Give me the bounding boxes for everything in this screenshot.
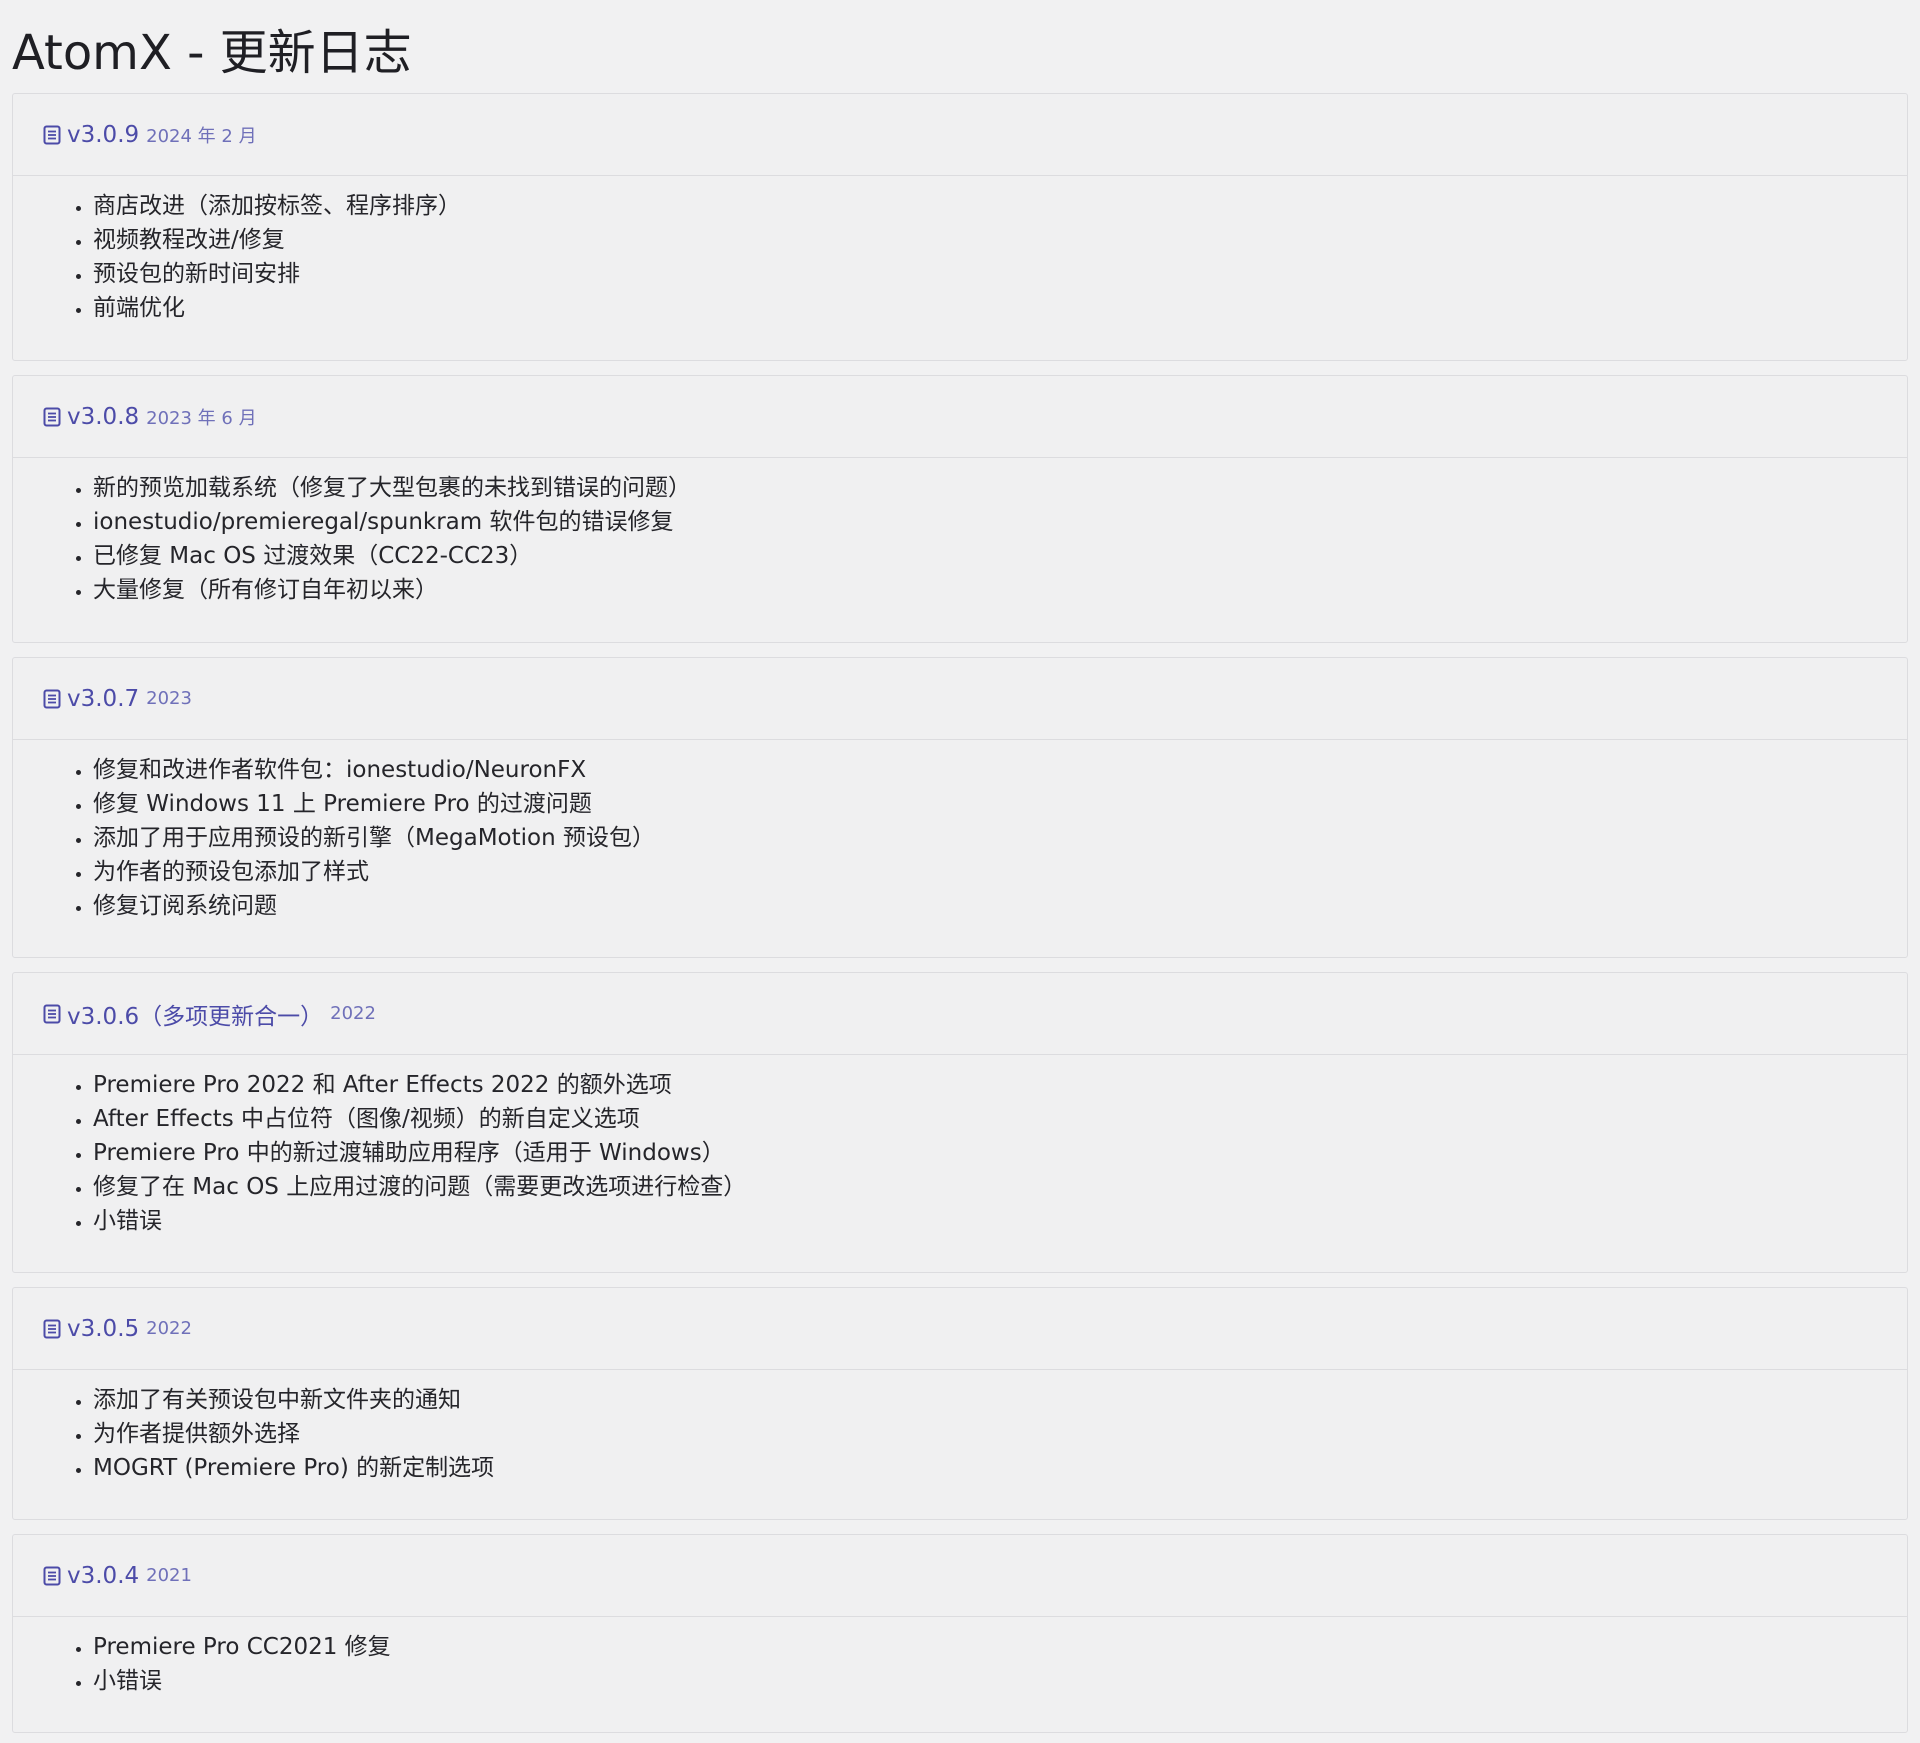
changelog-entry: v3.0.7 2023 修复和改进作者软件包：ionestudio/Neuron…	[12, 657, 1908, 958]
changelog-entry: v3.0.9 2024 年 2 月 商店改进（添加按标签、程序排序） 视频教程改…	[12, 93, 1908, 361]
version-label: v3.0.4	[67, 1562, 140, 1589]
change-list: 新的预览加载系统（修复了大型包裹的未找到错误的问题） ionestudio/pr…	[69, 471, 1907, 607]
change-item: 为作者提供额外选择	[93, 1417, 1907, 1451]
change-item: 修复订阅系统问题	[93, 889, 1907, 923]
change-item: 小错误	[93, 1204, 1907, 1238]
entry-header[interactable]: v3.0.7 2023	[13, 658, 1907, 740]
change-item: 添加了有关预设包中新文件夹的通知	[93, 1383, 1907, 1417]
document-icon	[43, 1004, 61, 1024]
changelog-entry: v3.0.5 2022 添加了有关预设包中新文件夹的通知 为作者提供额外选择 M…	[12, 1287, 1908, 1520]
version-label: v3.0.6（多项更新合一）	[67, 1003, 324, 1030]
change-item: 商店改进（添加按标签、程序排序）	[93, 189, 1907, 223]
release-date: 2022	[146, 1318, 192, 1339]
entry-body: 新的预览加载系统（修复了大型包裹的未找到错误的问题） ionestudio/pr…	[13, 458, 1907, 607]
change-item: Premiere Pro CC2021 修复	[93, 1630, 1907, 1664]
release-date: 2021	[146, 1565, 192, 1586]
document-icon	[43, 689, 61, 709]
release-date: 2023	[146, 688, 192, 709]
document-icon	[43, 407, 61, 427]
changelog-entry: v3.0.4 2021 Premiere Pro CC2021 修复 小错误	[12, 1534, 1908, 1733]
change-item: 前端优化	[93, 291, 1907, 325]
change-item: 修复 Windows 11 上 Premiere Pro 的过渡问题	[93, 787, 1907, 821]
change-list: 添加了有关预设包中新文件夹的通知 为作者提供额外选择 MOGRT (Premie…	[69, 1383, 1907, 1485]
change-list: 商店改进（添加按标签、程序排序） 视频教程改进/修复 预设包的新时间安排 前端优…	[69, 189, 1907, 325]
change-item: After Effects 中占位符（图像/视频）的新自定义选项	[93, 1102, 1907, 1136]
document-icon	[43, 125, 61, 145]
changelog-list: v3.0.9 2024 年 2 月 商店改进（添加按标签、程序排序） 视频教程改…	[12, 93, 1908, 1733]
document-icon	[43, 1566, 61, 1586]
change-item: 预设包的新时间安排	[93, 257, 1907, 291]
change-item: ionestudio/premieregal/spunkram 软件包的错误修复	[93, 505, 1907, 539]
version-label: v3.0.7	[67, 685, 140, 712]
change-list: Premiere Pro CC2021 修复 小错误	[69, 1630, 1907, 1698]
entry-body: Premiere Pro 2022 和 After Effects 2022 的…	[13, 1055, 1907, 1238]
change-item: Premiere Pro 中的新过渡辅助应用程序（适用于 Windows）	[93, 1136, 1907, 1170]
change-item: 视频教程改进/修复	[93, 223, 1907, 257]
change-item: 修复了在 Mac OS 上应用过渡的问题（需要更改选项进行检查）	[93, 1170, 1907, 1204]
change-list: 修复和改进作者软件包：ionestudio/NeuronFX 修复 Window…	[69, 753, 1907, 923]
version-label: v3.0.9	[67, 121, 140, 148]
entry-body: 添加了有关预设包中新文件夹的通知 为作者提供额外选择 MOGRT (Premie…	[13, 1370, 1907, 1485]
page-title: AtomX - 更新日志	[12, 25, 412, 81]
change-item: 已修复 Mac OS 过渡效果（CC22-CC23）	[93, 539, 1907, 573]
changelog-entry: v3.0.6（多项更新合一） 2022 Premiere Pro 2022 和 …	[12, 972, 1908, 1273]
entry-header[interactable]: v3.0.6（多项更新合一） 2022	[13, 973, 1907, 1055]
entry-body: 商店改进（添加按标签、程序排序） 视频教程改进/修复 预设包的新时间安排 前端优…	[13, 176, 1907, 325]
change-item: 为作者的预设包添加了样式	[93, 855, 1907, 889]
changelog-page: AtomX - 更新日志 v3.0.9 2024 年 2 月 商店改进（添加按标…	[0, 0, 1920, 1743]
change-list: Premiere Pro 2022 和 After Effects 2022 的…	[69, 1068, 1907, 1238]
entry-header[interactable]: v3.0.8 2023 年 6 月	[13, 376, 1907, 458]
version-label: v3.0.5	[67, 1315, 140, 1342]
changelog-entry: v3.0.8 2023 年 6 月 新的预览加载系统（修复了大型包裹的未找到错误…	[12, 375, 1908, 643]
change-item: 小错误	[93, 1664, 1907, 1698]
version-label: v3.0.8	[67, 403, 140, 430]
release-date: 2024 年 2 月	[146, 125, 257, 147]
change-item: 新的预览加载系统（修复了大型包裹的未找到错误的问题）	[93, 471, 1907, 505]
entry-header[interactable]: v3.0.5 2022	[13, 1288, 1907, 1370]
change-item: Premiere Pro 2022 和 After Effects 2022 的…	[93, 1068, 1907, 1102]
release-date: 2022	[330, 1003, 376, 1024]
entry-header[interactable]: v3.0.4 2021	[13, 1535, 1907, 1617]
change-item: 大量修复（所有修订自年初以来）	[93, 573, 1907, 607]
entry-header[interactable]: v3.0.9 2024 年 2 月	[13, 94, 1907, 176]
change-item: 修复和改进作者软件包：ionestudio/NeuronFX	[93, 753, 1907, 787]
entry-body: 修复和改进作者软件包：ionestudio/NeuronFX 修复 Window…	[13, 740, 1907, 923]
change-item: 添加了用于应用预设的新引擎（MegaMotion 预设包）	[93, 821, 1907, 855]
document-icon	[43, 1319, 61, 1339]
release-date: 2023 年 6 月	[146, 407, 257, 429]
entry-body: Premiere Pro CC2021 修复 小错误	[13, 1617, 1907, 1698]
change-item: MOGRT (Premiere Pro) 的新定制选项	[93, 1451, 1907, 1485]
